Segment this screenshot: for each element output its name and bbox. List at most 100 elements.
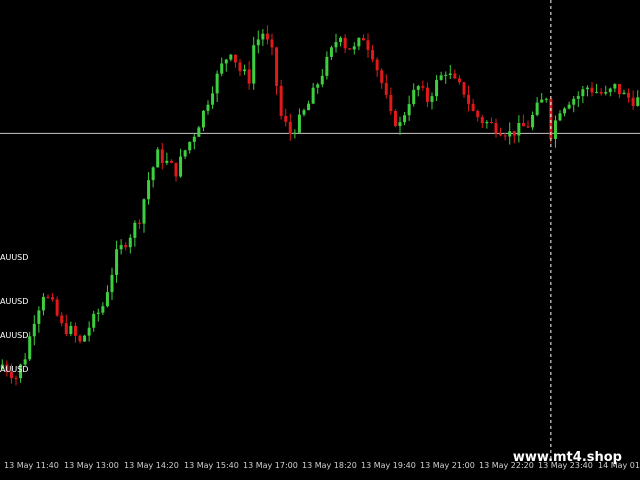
time-tick-label: 13 May 14:20	[124, 461, 179, 470]
candle-body	[412, 89, 416, 105]
candle-body	[553, 120, 557, 139]
candle-body	[535, 102, 539, 115]
candle-body	[46, 296, 50, 298]
candle	[572, 95, 576, 113]
candle	[352, 42, 356, 55]
candle-body	[453, 73, 457, 79]
price-chart[interactable]: AUUSD AUUSD AUUSD AUUSD	[0, 0, 640, 460]
candle-body	[87, 327, 91, 336]
candle-body	[485, 122, 489, 124]
candle	[211, 86, 215, 109]
candle-body	[201, 110, 205, 128]
candle-body	[32, 323, 36, 337]
candle-body	[503, 135, 507, 137]
time-tick-label: 13 May 17:00	[243, 461, 298, 470]
candle-body	[599, 91, 603, 94]
candle-body	[508, 131, 512, 137]
candle	[636, 90, 640, 107]
candle-body	[297, 114, 301, 133]
candle-body	[23, 359, 27, 365]
candle	[92, 310, 96, 332]
candle	[183, 149, 187, 160]
candle	[430, 92, 434, 110]
candle-body	[567, 104, 571, 109]
candle-body	[51, 297, 55, 300]
candle-body	[169, 160, 173, 163]
candle-body	[151, 167, 155, 181]
time-tick-label: 13 May 15:40	[184, 461, 239, 470]
candle	[622, 89, 626, 95]
candle	[599, 88, 603, 96]
candle-body	[540, 99, 544, 103]
candle-body	[421, 86, 425, 88]
candle-body	[476, 110, 480, 118]
candle-body	[14, 378, 18, 380]
candle-body	[384, 83, 388, 95]
candle-body	[320, 75, 324, 85]
candle	[393, 109, 397, 128]
candle	[489, 117, 493, 124]
candle-body	[329, 47, 333, 57]
candle	[334, 33, 338, 53]
candle	[192, 134, 196, 150]
candle	[60, 312, 64, 327]
candle	[617, 83, 621, 99]
candle-body	[115, 249, 119, 275]
candle	[96, 308, 100, 322]
time-tick-label: 13 May 19:40	[361, 461, 416, 470]
candle	[403, 111, 407, 126]
candle-body	[41, 296, 45, 311]
candle	[563, 107, 567, 117]
candle-body	[96, 312, 100, 314]
candle	[288, 113, 292, 141]
candle	[311, 82, 315, 104]
candle	[256, 30, 260, 54]
candle	[73, 322, 77, 343]
candle	[119, 239, 123, 255]
candle-body	[544, 98, 548, 100]
candle-body	[233, 54, 237, 63]
candle	[613, 83, 617, 93]
candle	[101, 302, 105, 316]
candle	[229, 54, 233, 62]
candle-body	[307, 103, 311, 111]
candle	[243, 64, 247, 76]
candle-body	[60, 315, 64, 324]
candle	[197, 125, 201, 137]
candle-body	[275, 47, 279, 86]
candle-body	[627, 92, 631, 98]
candle-body	[403, 115, 407, 123]
candle	[142, 198, 146, 233]
candle	[307, 100, 311, 111]
candle	[115, 240, 119, 283]
candle-body	[179, 156, 183, 177]
candle	[476, 109, 480, 122]
candle	[137, 219, 141, 230]
candle-body	[499, 133, 503, 136]
candle-body	[78, 335, 82, 342]
candle	[105, 285, 109, 308]
candle-body	[416, 86, 420, 90]
candle	[28, 331, 32, 361]
candle	[457, 75, 461, 85]
candle-body	[105, 292, 109, 307]
candle	[631, 90, 635, 110]
candle-body	[494, 122, 498, 134]
candle-body	[92, 313, 96, 328]
candle	[521, 114, 525, 127]
candle-body	[389, 94, 393, 111]
candle-body	[284, 115, 288, 122]
candle-body	[563, 108, 567, 114]
candle	[339, 36, 343, 47]
candle	[517, 115, 521, 143]
candle-body	[407, 104, 411, 116]
candle-body	[398, 122, 402, 127]
candle	[343, 34, 347, 54]
candlestick-chart[interactable]	[0, 0, 640, 460]
candle	[124, 242, 128, 251]
candle	[325, 51, 329, 80]
candle	[174, 162, 178, 182]
candle-body	[339, 37, 343, 43]
candle-body	[512, 131, 516, 136]
candle	[64, 314, 68, 337]
